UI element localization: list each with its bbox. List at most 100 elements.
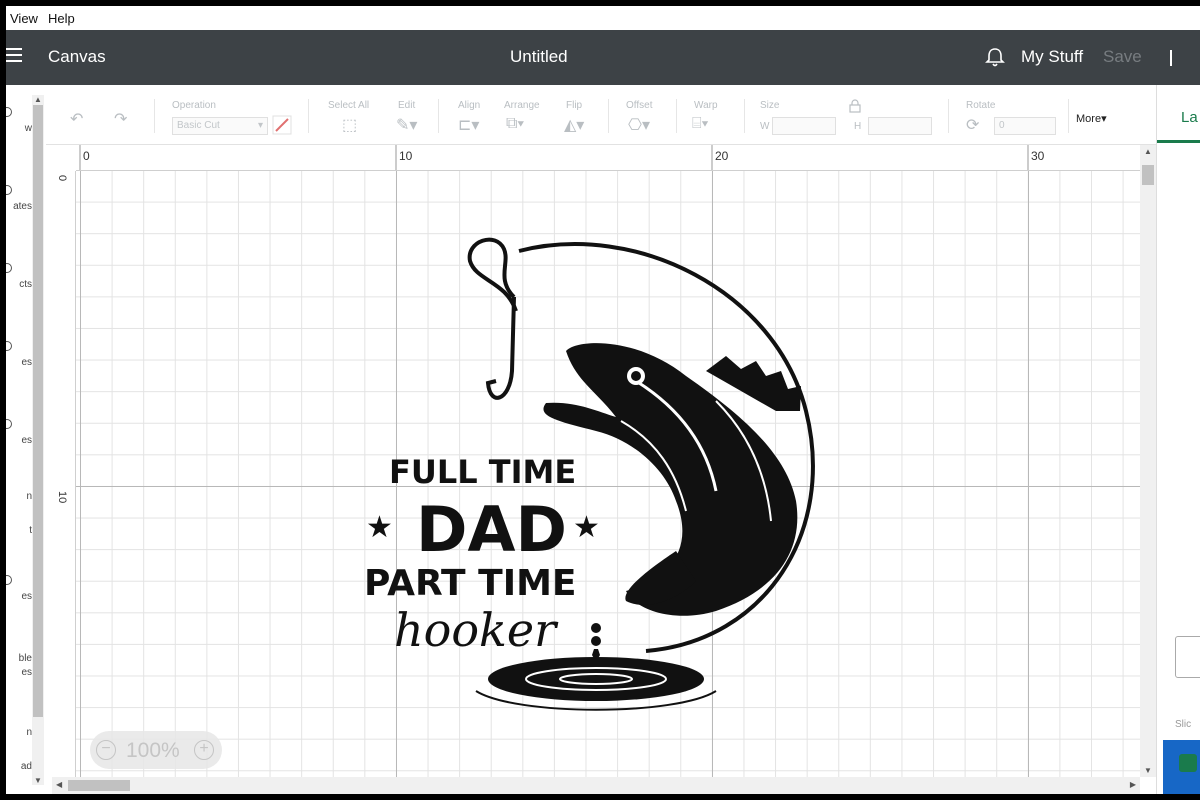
sidebar-scrollbar[interactable]: ▲ ▼ [32,95,44,785]
app-title: Canvas [48,47,106,66]
sidebar-item-shapes[interactable]: es [6,419,32,446]
fishing-design-artwork[interactable]: FULL TIME ★ DAD ★ PART TIME hooker [76,171,1140,777]
warp-label: Warp [694,100,718,111]
app-window: View Help Canvas Untitled My Stuff Save … [6,6,1200,794]
zoom-control: − 100% + [90,731,222,769]
sidebar-item-templates[interactable]: ates [6,185,32,212]
ruler-label: 0 [56,175,68,182]
menu-help[interactable]: Help [44,11,81,26]
scroll-down-arrow-icon[interactable]: ▼ [34,776,42,785]
toolbar-divider [608,99,609,133]
menu-view[interactable]: View [6,11,44,26]
toolbar-divider [154,99,155,133]
toolbar-divider [744,99,745,133]
flip-label: Flip [566,100,583,111]
sidebar-item-new[interactable]: w [6,107,32,134]
canvas-horizontal-scrollbar[interactable]: ◀ ▶ [52,777,1140,794]
slice-button[interactable]: Slic [1175,719,1191,730]
height-input[interactable] [868,117,932,135]
operation-label: Operation [172,100,216,111]
width-input[interactable] [772,117,836,135]
scroll-right-arrow-icon[interactable]: ▶ [1130,780,1136,789]
new-icon [6,107,12,117]
make-it-button[interactable] [1163,740,1200,794]
my-stuff-button[interactable]: My Stuff [1021,47,1083,67]
zoom-level: 100% [126,739,180,762]
top-header: Canvas Untitled My Stuff Save [6,30,1200,85]
toolbar-divider [1068,99,1069,133]
scroll-down-arrow-icon[interactable]: ▼ [1144,766,1152,775]
header-divider [1170,50,1172,66]
templates-icon [6,185,12,195]
select-all-icon[interactable]: ⬚ [342,115,357,135]
bell-icon[interactable] [984,46,1006,68]
color-swatch-icon[interactable] [272,115,292,135]
rotate-input[interactable]: 0 [994,117,1056,135]
make-icon [1179,754,1197,772]
images-icon [6,341,12,351]
star-icon: ★ [366,511,393,544]
zoom-in-button[interactable]: + [194,740,214,760]
tab-layers[interactable]: La [1181,109,1198,126]
select-all-label: Select All [328,100,370,111]
sidebar-item-text-label[interactable]: t [6,525,32,536]
sidebar-item-upload[interactable]: ad [6,761,32,772]
design-canvas[interactable]: FULL TIME ★ DAD ★ PART TIME hooker [76,171,1140,777]
sidebar-item-upload-n[interactable]: n [6,727,32,738]
edit-pencil-icon[interactable]: ✎▾ [396,115,417,135]
document-title[interactable]: Untitled [510,47,568,67]
sidebar-item-projects[interactable]: cts [6,263,32,290]
ruler-label: 0 [83,149,90,163]
offset-icon[interactable]: ⎔▾ [628,115,650,135]
toolbar-divider [948,99,949,133]
layers-panel: La Slic [1156,85,1200,794]
left-sidebar: w ates cts es es n t es ble es n ad ▲ ▼ [6,85,46,794]
ruler-label: 30 [1031,149,1045,163]
sidebar-item-images[interactable]: es [6,341,32,368]
arrange-label: Arrange [504,100,540,111]
sidebar-item-editable-images[interactable]: es [6,667,32,678]
ruler-corner [52,145,76,171]
more-button[interactable]: More▾ [1076,112,1107,125]
edit-toolbar: ↶ ↷ Operation Basic Cut ▾ Select All ⬚ E… [46,85,1156,145]
ruler-ticks [79,145,1029,170]
zoom-out-button[interactable]: − [96,740,116,760]
arrange-icon[interactable]: ⧉▾ [506,115,524,133]
vertical-scroll-thumb[interactable] [1142,165,1154,185]
operation-select[interactable]: Basic Cut ▾ [172,117,268,135]
scroll-left-arrow-icon[interactable]: ◀ [56,780,62,789]
height-label: H [854,121,862,132]
vertical-ruler: 0 10 [52,171,76,777]
scroll-up-arrow-icon[interactable]: ▲ [34,95,42,104]
horizontal-scroll-thumb[interactable] [68,780,130,791]
save-button[interactable]: Save [1103,47,1142,67]
sidebar-item-text[interactable]: n [6,491,32,502]
redo-icon[interactable]: ↷ [114,109,127,129]
projects-icon [6,263,12,273]
warp-icon[interactable]: ⌸▾ [692,115,708,133]
sidebar-item-editable[interactable]: ble [6,653,32,664]
ruler-label: 20 [715,149,729,163]
phrases-icon [6,575,12,585]
align-icon[interactable]: ⊏▾ [458,115,479,135]
canvas-vertical-scrollbar[interactable]: ▲ ▼ [1140,145,1156,777]
art-line-dad: DAD [416,493,567,566]
layer-preview-box[interactable] [1175,636,1200,678]
horizontal-ruler: 0 10 20 30 [76,145,1140,171]
flip-icon[interactable]: ◭▾ [564,115,584,135]
edit-label: Edit [398,100,416,111]
sidebar-item-phrases[interactable]: es [6,575,32,602]
scroll-up-arrow-icon[interactable]: ▲ [1144,147,1152,156]
chevron-down-icon: ▾ [257,120,263,131]
size-label: Size [760,100,780,111]
art-line-part-time: PART TIME [364,563,577,604]
art-line-hooker: hooker [394,603,559,657]
lock-icon[interactable] [848,99,862,113]
hamburger-menu-icon[interactable] [6,48,22,64]
width-label: W [760,121,770,132]
rotate-icon[interactable]: ⟳ [966,115,979,135]
active-tab-indicator [1157,140,1200,143]
ruler-label: 10 [56,491,68,504]
sidebar-scroll-thumb[interactable] [33,105,43,717]
undo-icon[interactable]: ↶ [70,109,83,129]
